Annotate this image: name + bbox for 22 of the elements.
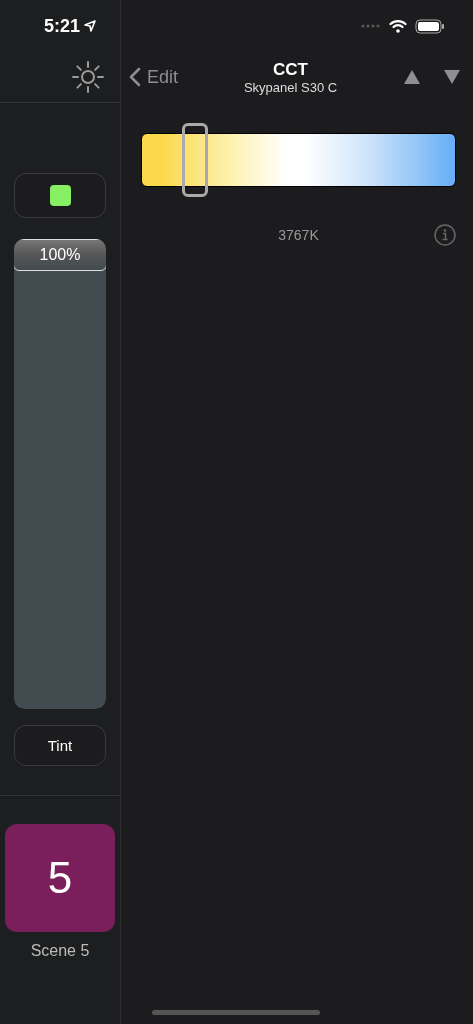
tint-button[interactable]: Tint bbox=[14, 725, 106, 766]
fader-handle[interactable]: 100% bbox=[14, 239, 106, 271]
back-button[interactable]: Edit bbox=[129, 66, 179, 88]
clock-time: 5:21 bbox=[44, 15, 80, 37]
scene-tile[interactable]: 5 bbox=[5, 824, 115, 932]
wifi-icon bbox=[389, 19, 407, 33]
signal-dots-icon bbox=[361, 24, 381, 28]
location-arrow-icon bbox=[84, 20, 96, 32]
info-icon[interactable] bbox=[434, 224, 456, 246]
temperature-reading: 3767K bbox=[278, 227, 319, 243]
slider-thumb[interactable] bbox=[181, 123, 208, 197]
intensity-fader[interactable]: 100% bbox=[14, 239, 106, 709]
nav-title: CCT bbox=[273, 59, 308, 80]
triangle-up-icon[interactable] bbox=[403, 69, 421, 85]
scene-label: Scene 5 bbox=[30, 942, 90, 960]
color-temperature-slider[interactable] bbox=[141, 122, 456, 198]
sun-icon[interactable] bbox=[72, 61, 104, 93]
chevron-left-icon bbox=[129, 67, 141, 87]
triangle-down-icon[interactable] bbox=[443, 69, 461, 85]
battery-icon bbox=[415, 18, 445, 34]
nav-subtitle: Skypanel S30 C bbox=[243, 79, 338, 95]
color-swatch-button[interactable] bbox=[14, 173, 106, 218]
